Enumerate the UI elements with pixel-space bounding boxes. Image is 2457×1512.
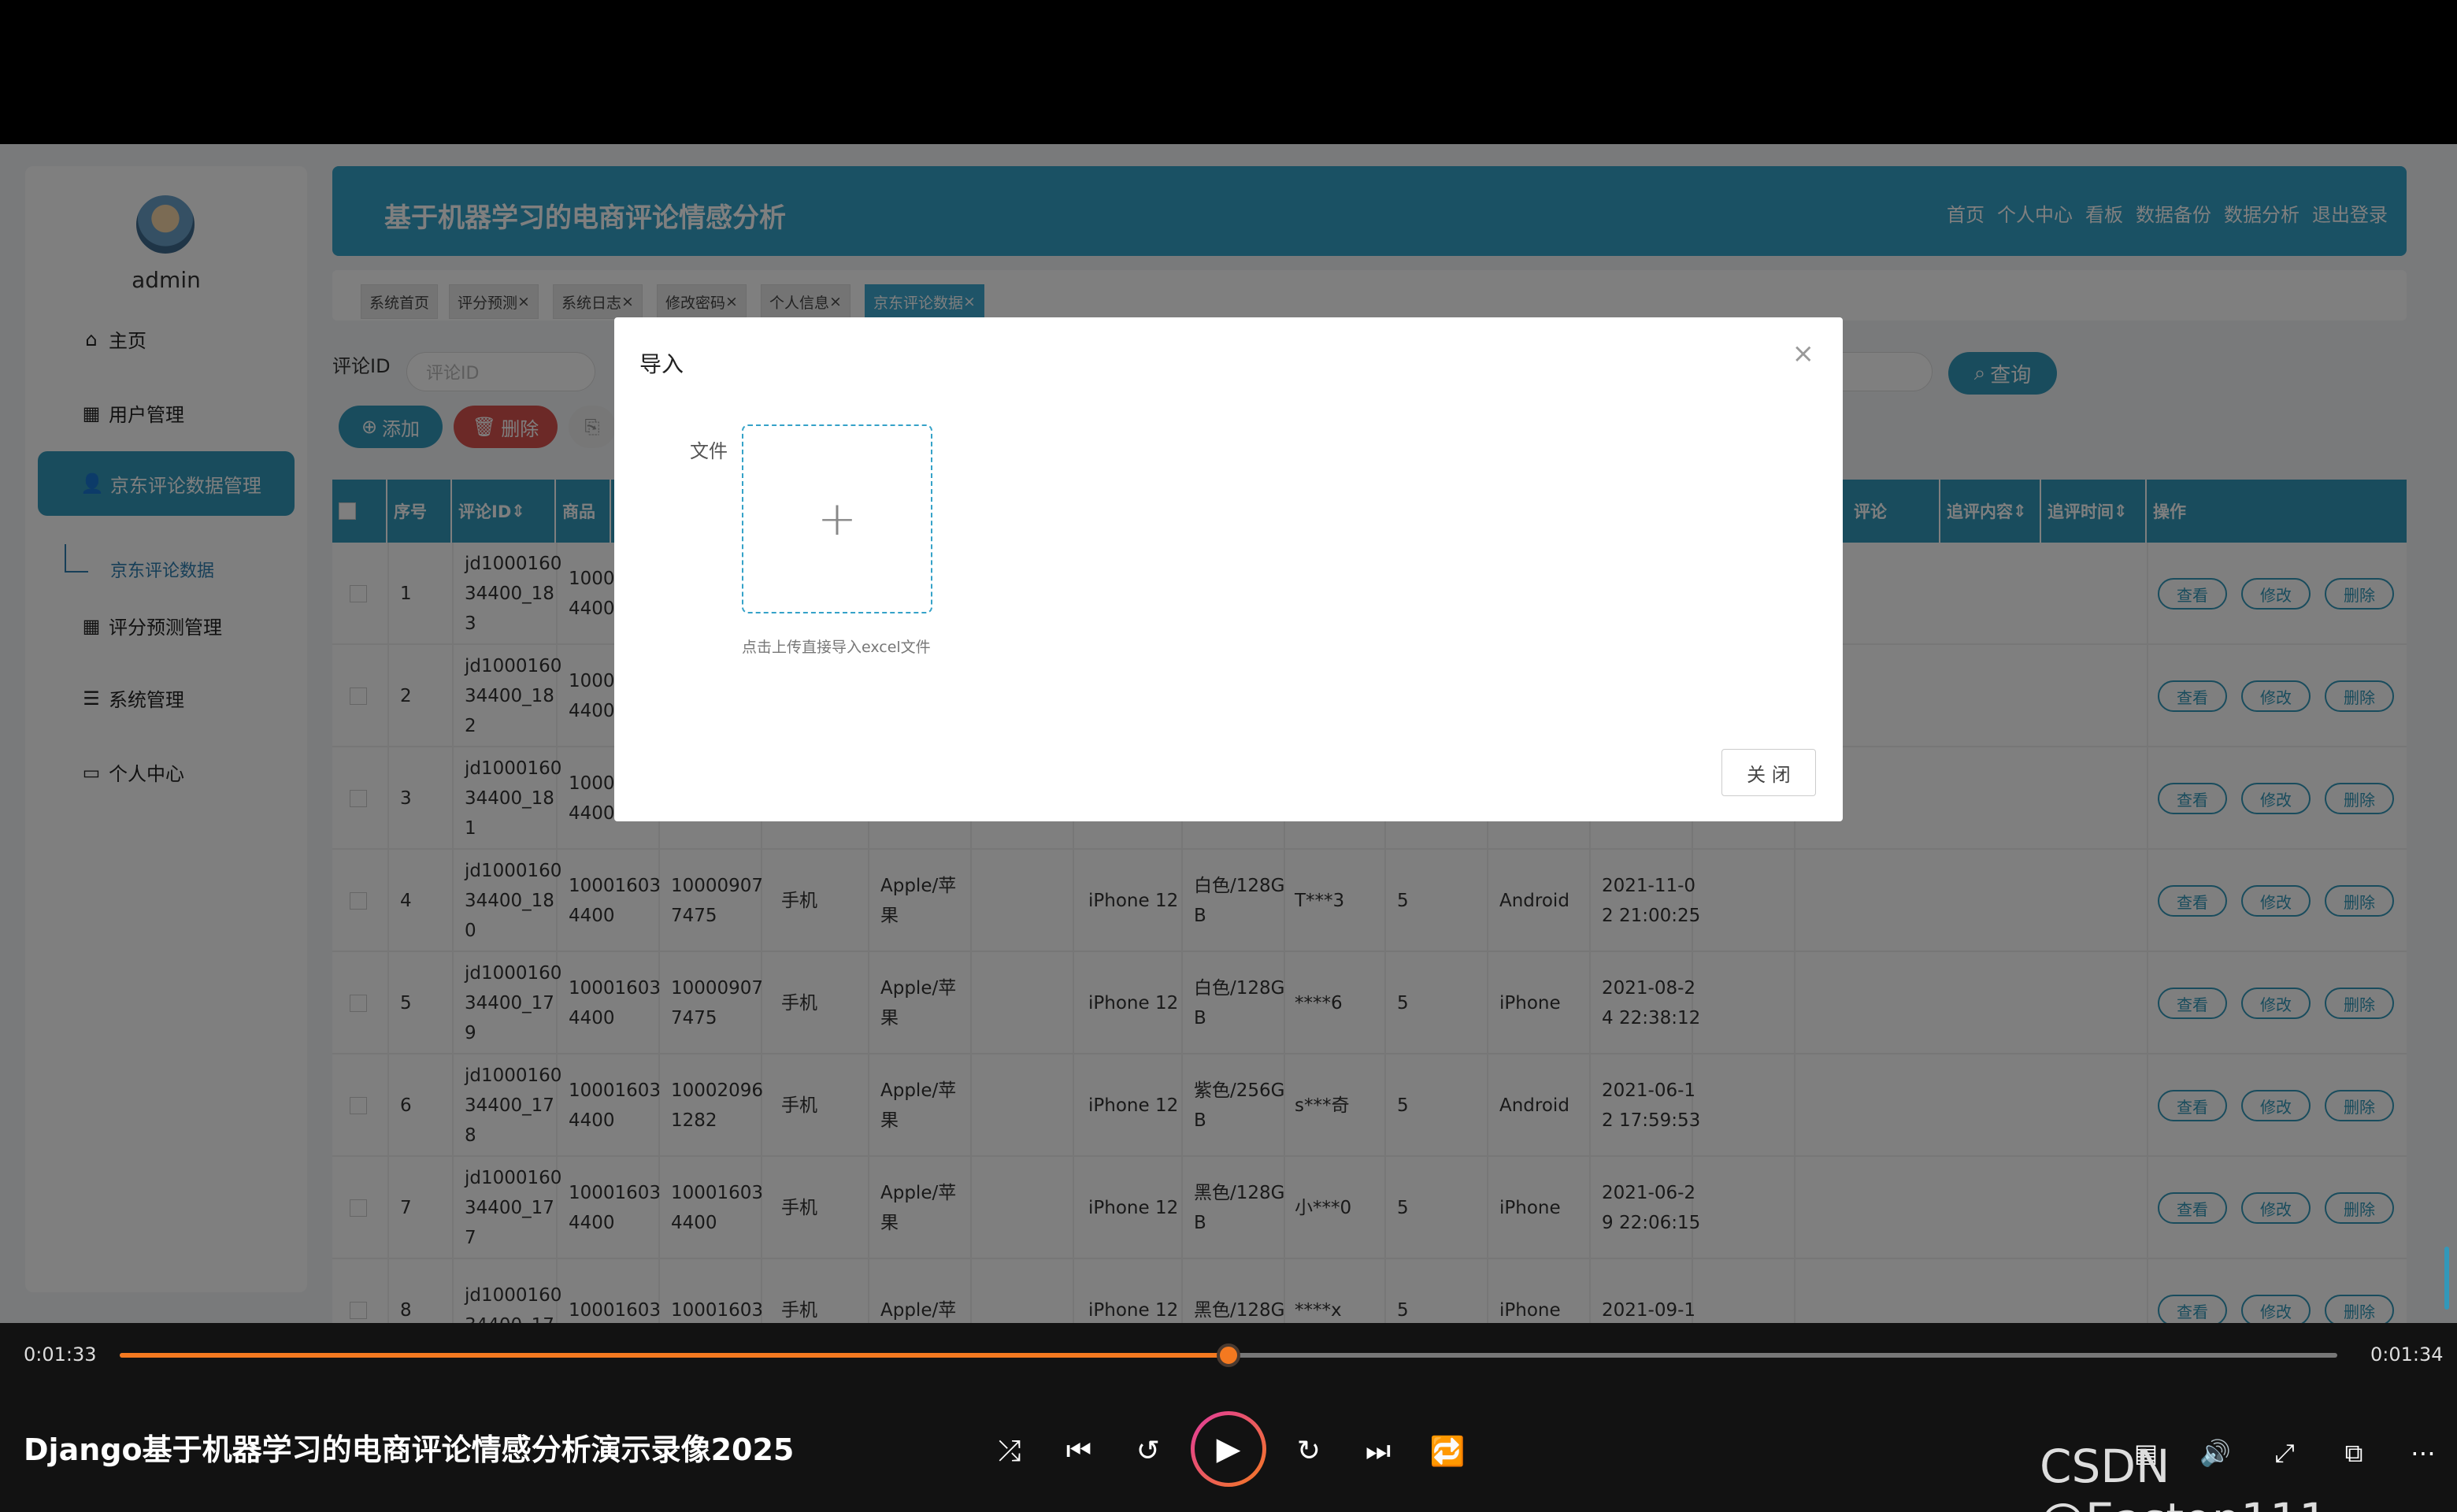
upload-area[interactable]: + — [742, 424, 932, 613]
play-icon: ▶ — [1195, 1415, 1262, 1483]
play-button[interactable]: ▶ — [1191, 1411, 1266, 1487]
upload-hint: 点击上传直接导入excel文件 — [742, 639, 931, 656]
seek-progress — [120, 1353, 1228, 1358]
import-dialog: 导入 × 文件 + 点击上传直接导入excel文件 关 闭 — [614, 317, 1843, 821]
app-frame: admin ⌂主页 ▦用户管理 👤京东评论数据管理 京东评论数据 ▦评分预测管理… — [0, 144, 2457, 1323]
total-time: 0:01:34 — [2370, 1343, 2444, 1366]
video-player-bar: 0:01:33 0:01:34 Django基于机器学习的电商评论情感分析演示录… — [0, 1323, 2457, 1512]
current-time: 0:01:33 — [24, 1343, 97, 1366]
letterbox-top — [0, 0, 2457, 144]
seek-bar[interactable] — [120, 1343, 2337, 1367]
repeat-off-icon[interactable]: 🔁 — [1427, 1435, 1468, 1468]
rewind-10-icon[interactable]: ↺ — [1128, 1435, 1169, 1467]
dialog-title: 导入 — [639, 351, 684, 377]
seek-handle[interactable] — [1217, 1343, 1240, 1367]
previous-icon[interactable]: ⏮ — [1058, 1435, 1099, 1468]
watermark: CSDN @Easton111 — [2040, 1440, 2328, 1512]
video-title: Django基于机器学习的电商评论情感分析演示录像2025 — [24, 1432, 795, 1467]
next-icon[interactable]: ⏭ — [1358, 1435, 1399, 1468]
close-button[interactable]: 关 闭 — [1721, 749, 1816, 796]
file-label: 文件 — [690, 440, 728, 462]
scroll-indicator[interactable] — [2444, 1247, 2449, 1310]
close-icon[interactable]: × — [1792, 338, 1815, 369]
shuffle-icon[interactable]: ⤮ — [989, 1435, 1030, 1468]
forward-30-icon[interactable]: ↻ — [1288, 1435, 1329, 1467]
plus-icon: + — [817, 491, 858, 547]
